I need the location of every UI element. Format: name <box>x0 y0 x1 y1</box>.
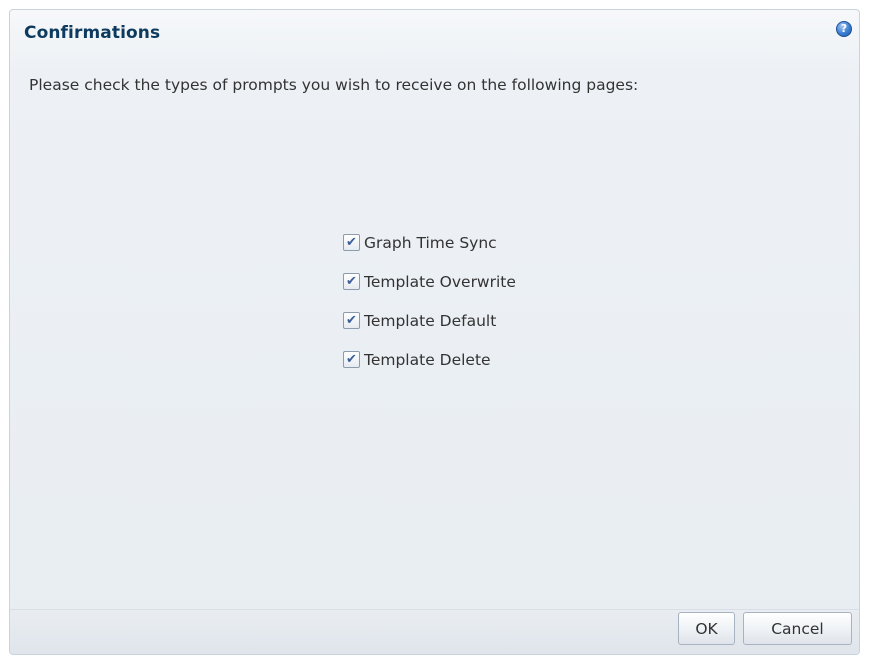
checkbox-graph-time-sync[interactable]: ✔ <box>343 234 360 251</box>
checkmark-icon: ✔ <box>346 352 357 367</box>
option-template-default[interactable]: ✔ Template Default <box>343 301 516 340</box>
option-label: Graph Time Sync <box>364 233 497 252</box>
option-label: Template Default <box>364 311 497 330</box>
checkmark-icon: ✔ <box>346 274 357 289</box>
ok-button[interactable]: OK <box>678 612 735 645</box>
option-graph-time-sync[interactable]: ✔ Graph Time Sync <box>343 223 516 262</box>
checkmark-icon: ✔ <box>346 313 357 328</box>
help-icon[interactable]: ? <box>836 21 852 37</box>
prompt-options-list: ✔ Graph Time Sync ✔ Template Overwrite ✔… <box>343 223 516 379</box>
checkbox-template-delete[interactable]: ✔ <box>343 351 360 368</box>
confirmations-dialog: Confirmations ? Please check the types o… <box>9 9 860 655</box>
cancel-button[interactable]: Cancel <box>743 612 852 645</box>
checkmark-icon: ✔ <box>346 235 357 250</box>
option-label: Template Overwrite <box>364 272 516 291</box>
checkbox-template-default[interactable]: ✔ <box>343 312 360 329</box>
checkbox-template-overwrite[interactable]: ✔ <box>343 273 360 290</box>
instructions-text: Please check the types of prompts you wi… <box>29 76 639 94</box>
dialog-footer: OK Cancel <box>10 609 859 654</box>
option-template-overwrite[interactable]: ✔ Template Overwrite <box>343 262 516 301</box>
option-label: Template Delete <box>364 350 491 369</box>
dialog-title: Confirmations <box>24 23 161 43</box>
option-template-delete[interactable]: ✔ Template Delete <box>343 340 516 379</box>
